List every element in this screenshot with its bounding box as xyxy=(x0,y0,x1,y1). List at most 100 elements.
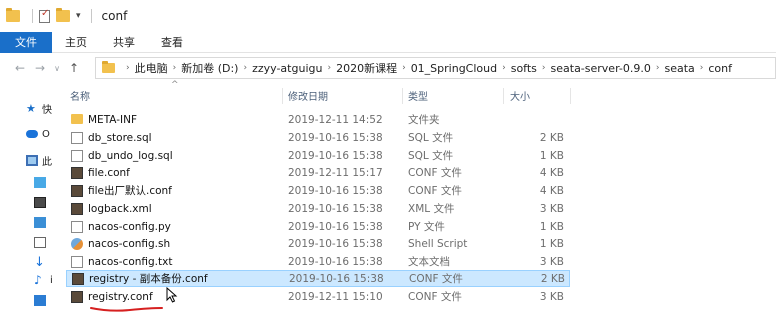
file-type: CONF 文件 xyxy=(409,273,463,285)
column-divider[interactable] xyxy=(282,88,283,104)
nav-item-3d-objects[interactable] xyxy=(34,174,50,190)
navigation-bar: ← → ∨ ↑ › 此电脑 › 新加卷 (D:) › zzyy-atguigu … xyxy=(0,57,776,79)
nav-item-documents[interactable] xyxy=(34,234,50,250)
file-name: META-INF xyxy=(88,113,138,126)
chevron-right-icon[interactable]: › xyxy=(173,63,177,73)
breadcrumb-item[interactable]: seata xyxy=(664,62,694,75)
divider xyxy=(90,9,92,23)
file-row[interactable]: nacos-config.sh 2019-10-16 15:38 Shell S… xyxy=(66,235,570,252)
file-row[interactable]: logback.xml 2019-10-16 15:38 XML 文件 3 KB xyxy=(66,200,570,217)
file-size: 1 KB xyxy=(539,220,564,233)
file-date: 2019-10-16 15:38 xyxy=(288,202,383,215)
file-type: CONF 文件 xyxy=(408,185,462,197)
chevron-right-icon[interactable]: › xyxy=(126,63,130,73)
file-size: 4 KB xyxy=(539,184,564,197)
breadcrumb-item[interactable]: conf xyxy=(708,62,732,75)
properties-icon[interactable] xyxy=(39,8,50,23)
file-row[interactable]: file.conf 2019-12-11 15:17 CONF 文件 4 KB xyxy=(66,164,570,181)
file-date: 2019-10-16 15:38 xyxy=(288,237,383,250)
chevron-right-icon[interactable]: › xyxy=(502,63,506,73)
folder-icon xyxy=(71,114,83,124)
breadcrumb-item[interactable]: 此电脑 xyxy=(135,60,168,76)
cloud-icon xyxy=(26,130,38,138)
tab-home[interactable]: 主页 xyxy=(52,32,100,53)
conf-file-icon xyxy=(71,290,83,303)
chevron-right-icon[interactable]: › xyxy=(656,63,660,73)
file-name: logback.xml xyxy=(88,202,152,215)
nav-item-music[interactable]: ♪ i xyxy=(34,272,53,288)
column-header-size[interactable]: 大小 xyxy=(510,88,530,104)
nav-item-videos[interactable] xyxy=(34,194,50,210)
breadcrumb-item[interactable]: 01_SpringCloud xyxy=(411,62,497,75)
file-type: Shell Script xyxy=(408,237,468,250)
file-date: 2019-10-16 15:38 xyxy=(288,220,383,233)
customize-toolbar-icon[interactable]: ▾ xyxy=(76,11,81,21)
file-name: registry.conf xyxy=(88,290,153,303)
forward-icon[interactable]: → xyxy=(30,61,50,75)
chevron-right-icon[interactable]: › xyxy=(542,63,546,73)
breadcrumb-item[interactable]: zzyy-atguigu xyxy=(252,62,322,75)
nav-item-label: O xyxy=(42,128,50,140)
column-divider[interactable] xyxy=(503,88,504,104)
nav-item-label: 快 xyxy=(42,104,52,116)
file-type: SQL 文件 xyxy=(408,132,454,144)
file-row[interactable]: nacos-config.txt 2019-10-16 15:38 文本文档 3… xyxy=(66,253,570,270)
tab-share[interactable]: 共享 xyxy=(100,32,148,53)
tab-file[interactable]: 文件 xyxy=(0,32,52,53)
sort-ascending-icon: ^ xyxy=(171,80,179,90)
file-name: db_store.sql xyxy=(88,131,152,144)
document-icon xyxy=(71,220,83,233)
address-bar[interactable]: › 此电脑 › 新加卷 (D:) › zzyy-atguigu › 2020新课… xyxy=(95,57,776,79)
xml-file-icon xyxy=(71,202,83,215)
tab-view[interactable]: 查看 xyxy=(148,32,196,53)
column-header-name[interactable]: 名称 xyxy=(70,88,90,104)
divider xyxy=(32,9,33,23)
column-header-type[interactable]: 类型 xyxy=(408,88,428,104)
nav-item-downloads[interactable]: ↓ xyxy=(34,254,50,270)
file-row[interactable]: db_store.sql 2019-10-16 15:38 SQL 文件 2 K… xyxy=(66,129,570,146)
red-underline-annotation xyxy=(90,307,163,312)
file-row[interactable]: nacos-config.py 2019-10-16 15:38 PY 文件 1… xyxy=(66,218,570,235)
folder-icon xyxy=(6,8,20,22)
chevron-right-icon[interactable]: › xyxy=(243,63,247,73)
nav-item-quick-access[interactable]: ★ 快 xyxy=(26,100,52,116)
recent-locations-icon[interactable]: ∨ xyxy=(50,64,64,73)
nav-item-onedrive[interactable]: O xyxy=(26,126,50,142)
file-row[interactable]: db_undo_log.sql 2019-10-16 15:38 SQL 文件 … xyxy=(66,147,570,164)
folder-icon xyxy=(102,61,115,73)
file-date: 2019-12-11 15:17 xyxy=(288,166,383,179)
chevron-right-icon[interactable]: › xyxy=(700,63,704,73)
file-name: file出厂默认.conf xyxy=(88,185,172,197)
file-date: 2019-10-16 15:38 xyxy=(288,184,383,197)
conf-file-icon xyxy=(71,166,83,179)
breadcrumb-item[interactable]: softs xyxy=(511,62,537,75)
breadcrumb-item[interactable]: seata-server-0.9.0 xyxy=(551,62,651,75)
column-divider[interactable] xyxy=(402,88,403,104)
chevron-right-icon[interactable]: › xyxy=(402,63,406,73)
file-size: 4 KB xyxy=(539,166,564,179)
shell-script-icon xyxy=(71,237,83,250)
file-type: CONF 文件 xyxy=(408,291,462,303)
mouse-cursor-icon xyxy=(166,287,178,303)
back-icon[interactable]: ← xyxy=(10,61,30,75)
documents-icon xyxy=(34,236,46,248)
file-row[interactable]: registry.conf 2019-12-11 15:10 CONF 文件 3… xyxy=(66,288,570,305)
column-divider[interactable] xyxy=(570,88,571,104)
window-title: conf xyxy=(101,9,128,23)
new-folder-icon[interactable] xyxy=(56,8,70,22)
file-type: 文本文档 xyxy=(408,256,450,268)
breadcrumb-item[interactable]: 新加卷 (D:) xyxy=(181,60,238,76)
file-date: 2019-12-11 14:52 xyxy=(288,113,383,126)
breadcrumb-item[interactable]: 2020新课程 xyxy=(336,60,397,76)
chevron-right-icon[interactable]: › xyxy=(327,63,331,73)
nav-item-this-pc[interactable]: 此 xyxy=(26,152,52,168)
file-row[interactable]: META-INF 2019-12-11 14:52 文件夹 xyxy=(66,111,570,128)
nav-item-desktop[interactable] xyxy=(34,292,50,308)
desktop-icon xyxy=(34,294,46,306)
file-date: 2019-10-16 15:38 xyxy=(288,149,383,162)
file-row[interactable]: file出厂默认.conf 2019-10-16 15:38 CONF 文件 4… xyxy=(66,182,570,199)
nav-item-pictures[interactable] xyxy=(34,214,50,230)
file-row-selected[interactable]: registry - 副本备份.conf 2019-10-16 15:38 CO… xyxy=(66,270,570,287)
column-header-modified[interactable]: 修改日期 xyxy=(288,88,328,104)
up-icon[interactable]: ↑ xyxy=(64,61,84,75)
